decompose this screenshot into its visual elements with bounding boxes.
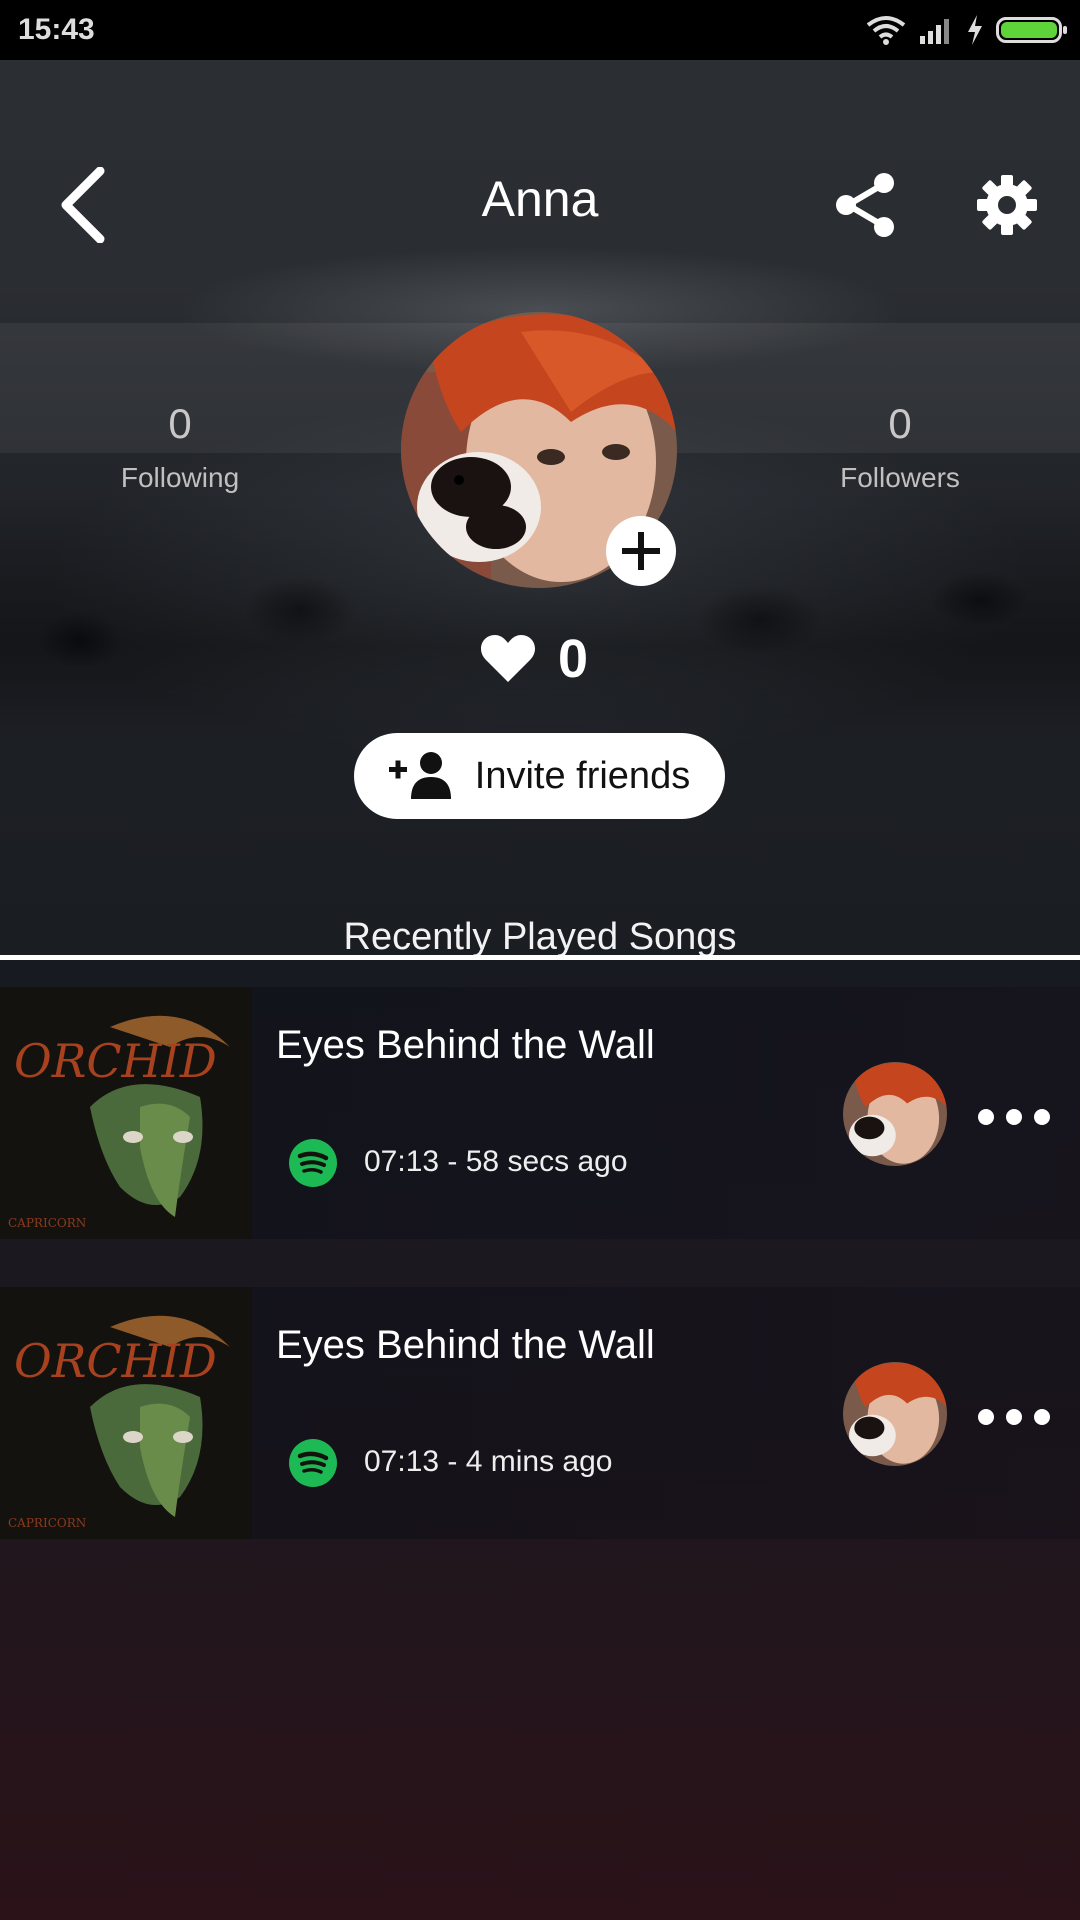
user-plus-icon — [388, 752, 451, 799]
invite-friends-button[interactable]: Invite friends — [354, 733, 725, 819]
list-item[interactable]: ORCHID CAPRICORN Eyes Behind the Wall 07… — [0, 1287, 1080, 1539]
song-meta: 07:13 - 58 secs ago — [364, 1145, 628, 1178]
album-art-image: ORCHID CAPRICORN — [0, 987, 252, 1239]
song-title: Eyes Behind the Wall — [276, 1323, 655, 1367]
status-bar: 15:43 — [0, 0, 1080, 60]
song-title: Eyes Behind the Wall — [276, 1023, 655, 1067]
more-horizontal-icon-dot — [1034, 1109, 1050, 1125]
more-horizontal-icon-dot — [1006, 1409, 1022, 1425]
album-title-text: ORCHID — [14, 1034, 217, 1088]
listener-avatar-photo — [843, 1062, 947, 1166]
likes-counter: 0 — [480, 628, 588, 690]
section-title: Recently Played Songs — [343, 916, 737, 956]
followers-label: Followers — [840, 462, 960, 493]
charging-icon — [968, 15, 982, 45]
add-follow-button[interactable] — [606, 516, 676, 586]
following-count: 0 — [168, 400, 192, 447]
following-stat[interactable]: 0 Following — [50, 400, 310, 494]
followers-stat[interactable]: 0 Followers — [770, 400, 1030, 494]
following-label: Following — [120, 462, 240, 493]
listener-avatar-photo — [843, 1362, 947, 1466]
share-button[interactable] — [820, 160, 910, 250]
more-horizontal-icon-dot — [978, 1409, 994, 1425]
album-art: ORCHID CAPRICORN — [0, 1287, 252, 1539]
chevron-left-icon — [61, 167, 105, 243]
more-horizontal-icon-dot — [1006, 1109, 1022, 1125]
plus-icon — [622, 532, 660, 570]
profile-header: Anna 0 Following 0 Followers 0 Invite fr… — [0, 60, 1080, 956]
list-item[interactable]: ORCHID CAPRICORN Eyes Behind the Wall 07… — [0, 987, 1080, 1239]
album-subtitle-text: CAPRICORN — [8, 1216, 86, 1230]
status-icons — [866, 15, 1067, 45]
signal-icon — [920, 19, 949, 44]
back-button[interactable] — [38, 160, 128, 250]
page-title: Anna — [481, 171, 599, 227]
gear-icon — [977, 175, 1037, 235]
battery-level — [1001, 22, 1057, 38]
invite-friends-label: Invite friends — [474, 754, 691, 797]
spotify-icon — [289, 1439, 337, 1487]
more-horizontal-icon-dot — [978, 1109, 994, 1125]
settings-button[interactable] — [962, 160, 1052, 250]
listener-avatar[interactable] — [843, 1362, 947, 1466]
album-title-text: ORCHID — [14, 1334, 217, 1388]
followers-count: 0 — [888, 400, 912, 447]
more-options-button[interactable] — [978, 1397, 1050, 1437]
likes-count: 0 — [558, 629, 589, 689]
battery-icon — [996, 17, 1067, 43]
status-time: 15:43 — [18, 13, 95, 46]
spotify-icon — [289, 1139, 337, 1187]
heart-icon — [480, 635, 536, 682]
album-art: ORCHID CAPRICORN — [0, 987, 252, 1239]
listener-avatar[interactable] — [843, 1062, 947, 1166]
album-subtitle-text: CAPRICORN — [8, 1516, 86, 1530]
wifi-icon — [866, 16, 906, 45]
divider — [0, 955, 1080, 960]
more-horizontal-icon-dot — [1034, 1409, 1050, 1425]
share-icon — [836, 173, 894, 237]
song-meta: 07:13 - 4 mins ago — [364, 1445, 613, 1478]
more-options-button[interactable] — [978, 1097, 1050, 1137]
album-art-image: ORCHID CAPRICORN — [0, 1287, 252, 1539]
